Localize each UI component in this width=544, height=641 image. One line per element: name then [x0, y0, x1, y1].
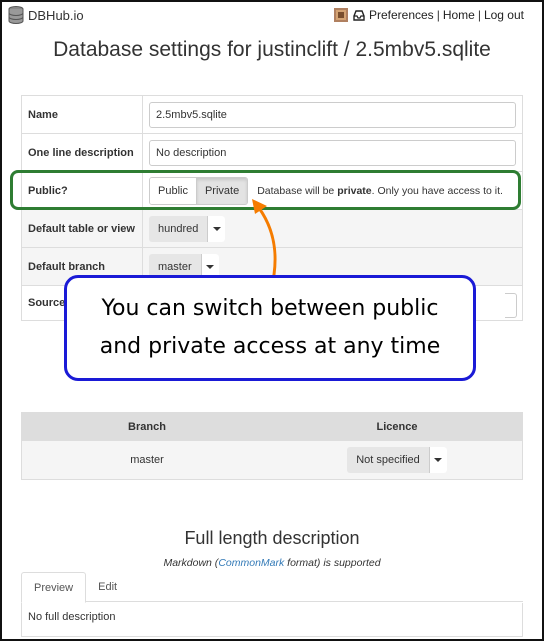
- commonmark-link[interactable]: CommonMark: [218, 557, 284, 569]
- preferences-link[interactable]: Preferences: [369, 8, 434, 22]
- description-input[interactable]: No description: [149, 139, 516, 166]
- page-title-prefix: Database settings for: [53, 38, 258, 61]
- name-label: Name: [22, 96, 143, 133]
- full-description-title: Full length description: [184, 528, 360, 548]
- settings-row-description: One line description No description: [22, 134, 522, 172]
- markdown-note: Markdown (CommonMark format) is supporte…: [0, 557, 544, 569]
- top-navigation: Preferences | Home | Log out: [333, 8, 524, 22]
- licence-column-header: Licence: [376, 421, 418, 433]
- default-table-label: Default table or view: [22, 210, 143, 247]
- settings-row-name: Name 2.5mbv5.sqlite: [22, 96, 522, 134]
- branch-name: master: [130, 454, 164, 466]
- callout-line-1: You can switch between public: [101, 296, 439, 321]
- description-label: One line description: [22, 134, 143, 171]
- tab-edit[interactable]: Edit: [86, 572, 129, 601]
- branch-licence-table: Branch Licence master Not specified: [21, 412, 523, 480]
- logout-link[interactable]: Log out: [484, 8, 524, 22]
- database-icon: [8, 6, 24, 24]
- page-title: Database settings for justinclift / 2.5m…: [0, 38, 544, 62]
- brand[interactable]: DBHub.io: [8, 6, 84, 24]
- table-row: master Not specified: [22, 441, 522, 479]
- inbox-icon: [353, 9, 365, 21]
- markdown-note-prefix: Markdown (: [163, 557, 219, 569]
- tab-preview[interactable]: Preview: [21, 572, 87, 603]
- branch-column-header: Branch: [128, 421, 166, 433]
- database-path: justinclift / 2.5mbv5.sqlite: [257, 38, 491, 61]
- nav-separator: |: [436, 8, 440, 22]
- brand-name: DBHub.io: [28, 7, 84, 23]
- full-description-content: No full description: [21, 603, 523, 637]
- name-input[interactable]: 2.5mbv5.sqlite: [149, 101, 516, 128]
- licence-value: Not specified: [356, 454, 420, 466]
- licence-dropdown[interactable]: Not specified: [347, 447, 447, 473]
- chevron-down-icon[interactable]: [207, 215, 226, 242]
- chevron-down-icon[interactable]: [428, 447, 447, 473]
- default-table-dropdown[interactable]: hundred: [149, 215, 226, 242]
- home-link[interactable]: Home: [443, 8, 475, 22]
- table-header: Branch Licence: [22, 413, 522, 441]
- markdown-note-suffix: format) is supported: [284, 557, 381, 569]
- description-tabs: Preview Edit: [21, 572, 523, 603]
- callout-line-2: and private access at any time: [99, 334, 441, 359]
- annotation-callout: You can switch between public and privat…: [64, 275, 476, 381]
- default-table-value: hundred: [158, 222, 199, 235]
- nav-separator: |: [477, 8, 481, 22]
- source-input[interactable]: [505, 293, 517, 318]
- avatar[interactable]: [333, 8, 348, 22]
